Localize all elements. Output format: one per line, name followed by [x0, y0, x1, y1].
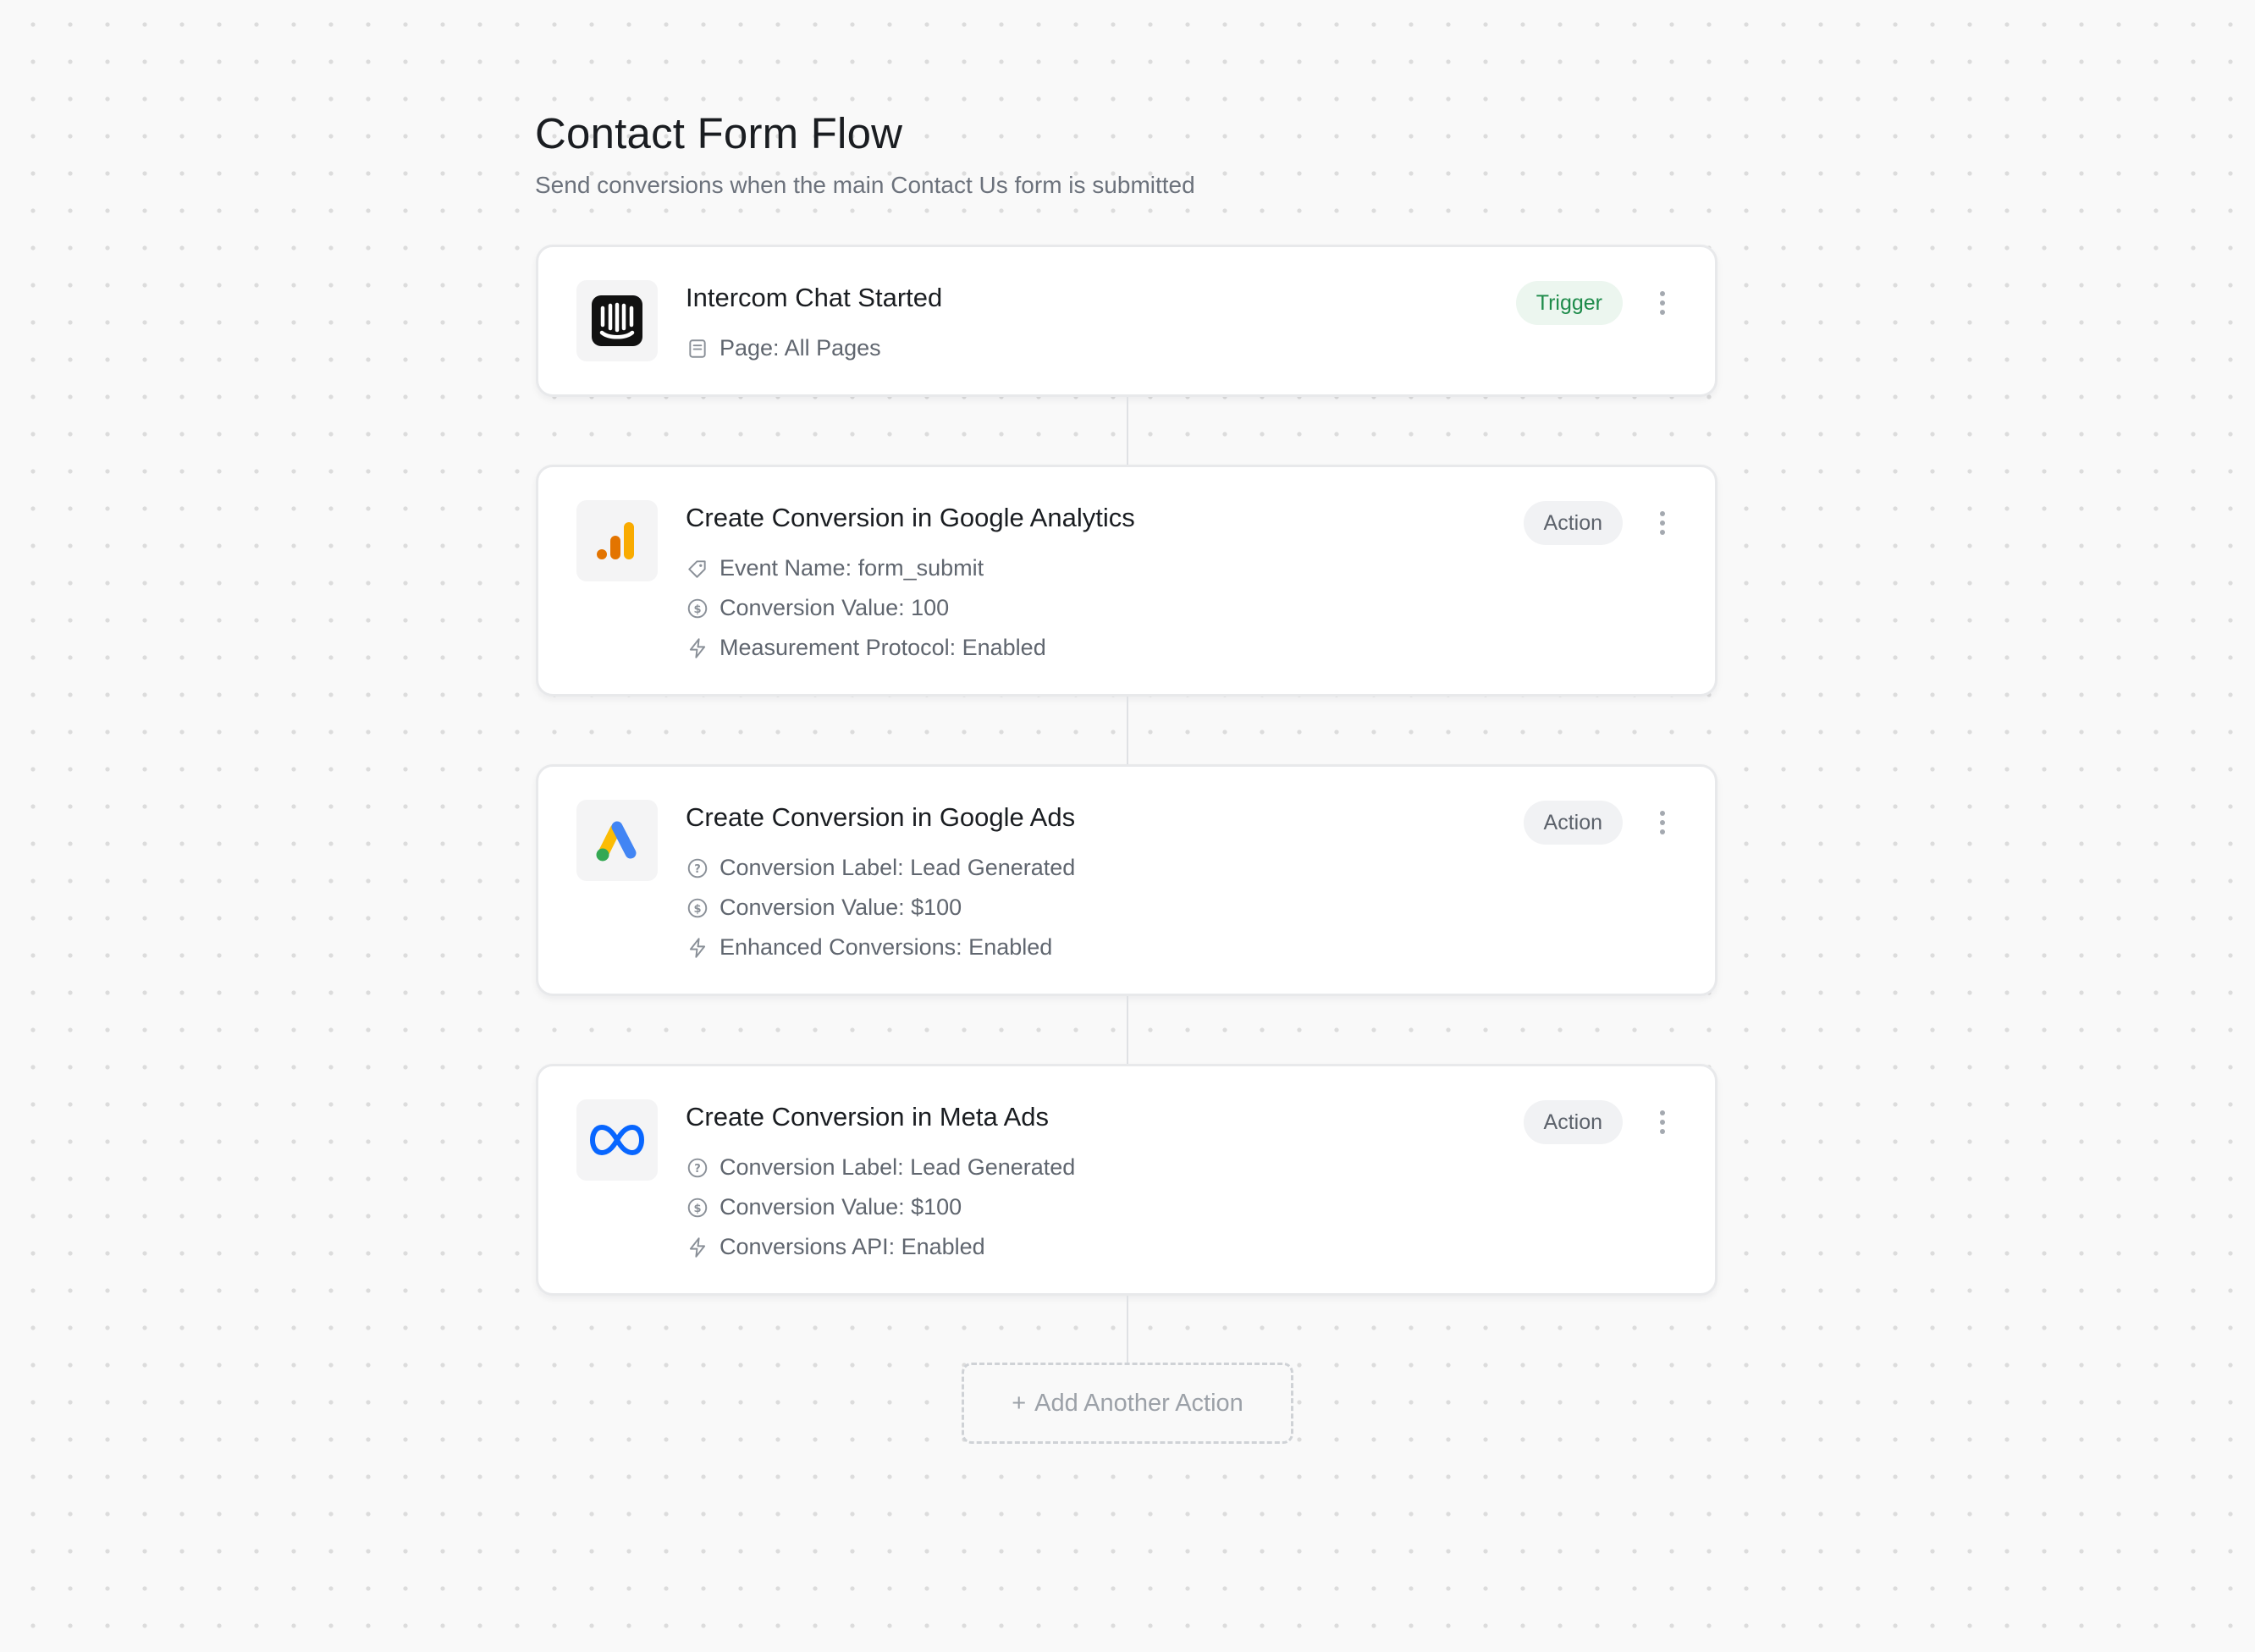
action-badge: Action: [1523, 1100, 1623, 1144]
action-title: Create Conversion in Google Ads: [686, 802, 1076, 832]
detail-row: Page: All Pages: [686, 328, 881, 368]
question-circle-icon: ?: [686, 1156, 709, 1180]
detail-text: Conversion Value: $100: [720, 1194, 962, 1220]
action-badge: Action: [1523, 501, 1623, 545]
action-title: Create Conversion in Meta Ads: [686, 1102, 1050, 1132]
action-badge: Action: [1523, 801, 1623, 845]
question-circle-icon: ?: [686, 856, 709, 880]
action-card-meta-ads[interactable]: Create Conversion in Meta Ads ? Conversi…: [536, 1064, 1717, 1296]
page-title: Contact Form Flow: [535, 109, 903, 157]
dollar-circle-icon: $: [686, 1196, 709, 1220]
add-another-action-button[interactable]: + Add Another Action: [962, 1363, 1293, 1444]
flow-connector: [1127, 397, 1128, 465]
svg-text:?: ?: [694, 1162, 701, 1175]
page-subtitle: Send conversions when the main Contact U…: [535, 172, 1195, 198]
detail-row: ? Conversion Label: Lead Generated: [686, 1148, 1075, 1187]
page-icon: [686, 337, 709, 361]
action-details: Event Name: form_submit $ Conversion Val…: [686, 548, 1046, 668]
detail-text: Conversion Label: Lead Generated: [720, 1154, 1076, 1180]
detail-text: Conversion Label: Lead Generated: [720, 855, 1076, 880]
svg-text:$: $: [693, 603, 701, 615]
action-title: Create Conversion in Google Analytics: [686, 503, 1135, 532]
plus-icon: +: [1012, 1389, 1027, 1417]
svg-text:?: ?: [694, 862, 701, 875]
detail-row: ? Conversion Label: Lead Generated: [686, 848, 1075, 888]
more-options-icon[interactable]: [1652, 284, 1673, 322]
flow-connector: [1127, 996, 1128, 1065]
detail-text: Conversion Value: 100: [720, 595, 950, 620]
more-options-icon[interactable]: [1652, 1104, 1673, 1141]
dollar-circle-icon: $: [686, 896, 709, 920]
action-card-google-analytics[interactable]: Create Conversion in Google Analytics Ev…: [536, 465, 1717, 697]
more-options-icon[interactable]: [1652, 504, 1673, 542]
detail-row: $ Conversion Value: 100: [686, 588, 1046, 628]
more-options-icon[interactable]: [1652, 804, 1673, 841]
detail-row: Event Name: form_submit: [686, 548, 1046, 588]
trigger-details: Page: All Pages: [686, 328, 881, 368]
detail-text: Page: All Pages: [720, 335, 881, 361]
lightning-icon: [686, 636, 709, 660]
detail-row: Enhanced Conversions: Enabled: [686, 928, 1075, 967]
detail-text: Event Name: form_submit: [720, 555, 984, 581]
action-details: ? Conversion Label: Lead Generated $ Con…: [686, 1148, 1075, 1267]
detail-row: Conversions API: Enabled: [686, 1227, 1075, 1267]
trigger-card[interactable]: Intercom Chat Started Page: All Pages Tr…: [536, 245, 1717, 397]
lightning-icon: [686, 1236, 709, 1259]
meta-logo-icon: [576, 1099, 658, 1181]
intercom-logo-icon: [576, 280, 658, 361]
google-ads-logo-icon: [576, 800, 658, 881]
tag-icon: [686, 557, 709, 581]
detail-text: Measurement Protocol: Enabled: [720, 635, 1046, 660]
trigger-title: Intercom Chat Started: [686, 283, 943, 312]
add-action-label: Add Another Action: [1034, 1389, 1243, 1417]
detail-row: $ Conversion Value: $100: [686, 888, 1075, 928]
detail-row: $ Conversion Value: $100: [686, 1187, 1075, 1227]
dollar-circle-icon: $: [686, 597, 709, 620]
google-analytics-logo-icon: [576, 500, 658, 581]
svg-text:$: $: [693, 902, 701, 915]
detail-text: Conversions API: Enabled: [720, 1234, 985, 1259]
flow-connector: [1127, 1296, 1128, 1363]
svg-text:$: $: [693, 1202, 701, 1214]
trigger-badge: Trigger: [1515, 281, 1623, 325]
action-details: ? Conversion Label: Lead Generated $ Con…: [686, 848, 1075, 967]
lightning-icon: [686, 936, 709, 960]
action-card-google-ads[interactable]: Create Conversion in Google Ads ? Conver…: [536, 764, 1717, 996]
detail-text: Enhanced Conversions: Enabled: [720, 934, 1053, 960]
flow-connector: [1127, 697, 1128, 765]
detail-row: Measurement Protocol: Enabled: [686, 628, 1046, 668]
detail-text: Conversion Value: $100: [720, 895, 962, 920]
